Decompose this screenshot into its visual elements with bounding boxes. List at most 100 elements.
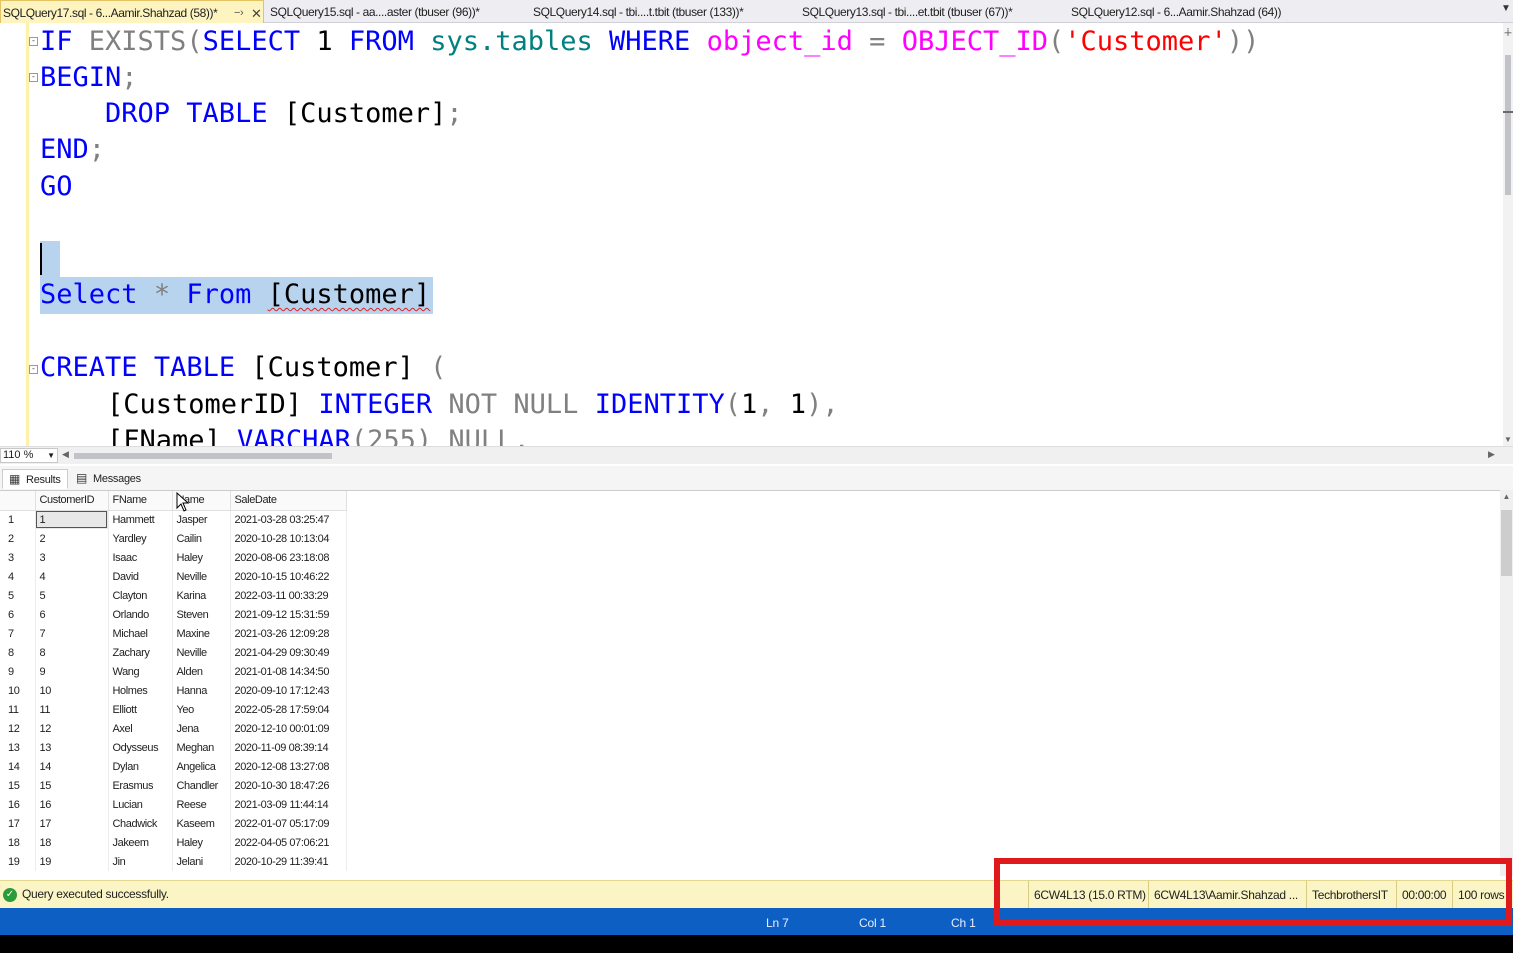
- grid-cell[interactable]: Reese: [172, 795, 231, 814]
- grid-cell[interactable]: 2020-10-30 18:47:26: [230, 776, 347, 795]
- grid-cell[interactable]: Kaseem: [172, 814, 231, 833]
- grid-cell[interactable]: 15: [35, 776, 109, 795]
- grid-cell[interactable]: Chadwick: [108, 814, 173, 833]
- grid-cell[interactable]: Jin: [108, 852, 173, 871]
- grid-cell[interactable]: 11: [35, 700, 109, 719]
- split-icon[interactable]: ∔: [1503, 26, 1513, 40]
- table-row[interactable]: 12 12 Axel Jena 2020-12-10 00:01:09: [0, 719, 347, 738]
- collapse-icon[interactable]: -: [29, 37, 38, 46]
- grid-cell[interactable]: 2021-09-12 15:31:59: [230, 605, 347, 624]
- grid-cell[interactable]: Angelica: [172, 757, 231, 776]
- row-number-cell[interactable]: 3: [0, 548, 36, 567]
- table-row[interactable]: 4 4 David Neville 2020-10-15 10:46:22: [0, 567, 347, 586]
- table-row[interactable]: 9 9 Wang Alden 2021-01-08 14:34:50: [0, 662, 347, 681]
- grid-cell[interactable]: 2020-12-10 00:01:09: [230, 719, 347, 738]
- tab-results[interactable]: ▦ Results: [2, 469, 68, 489]
- grid-cell[interactable]: 2020-08-06 23:18:08: [230, 548, 347, 567]
- grid-cell[interactable]: 2022-01-07 05:17:09: [230, 814, 347, 833]
- grid-cell[interactable]: Jasper: [172, 510, 231, 529]
- grid-cell[interactable]: Jelani: [172, 852, 231, 871]
- row-number-cell[interactable]: 2: [0, 529, 36, 548]
- collapse-icon[interactable]: -: [29, 365, 38, 374]
- grid-cell[interactable]: 2020-10-29 11:39:41: [230, 852, 347, 871]
- tab-sqlquery12[interactable]: SQLQuery12.sql - 6...Aamir.Shahzad (64)): [1069, 0, 1331, 23]
- scroll-down-icon[interactable]: ▼: [1503, 435, 1513, 444]
- table-row[interactable]: 11 11 Elliott Yeo 2022-05-28 17:59:04: [0, 700, 347, 719]
- grid-cell[interactable]: Haley: [172, 833, 231, 852]
- grid-cell[interactable]: 2020-10-15 10:46:22: [230, 567, 347, 586]
- grid-cell[interactable]: Maxine: [172, 624, 231, 643]
- grid-cell[interactable]: Axel: [108, 719, 173, 738]
- results-grid[interactable]: CustomerID FName Name SaleDate 1 1 Hammett…: [0, 490, 1500, 876]
- grid-cell[interactable]: 9: [35, 662, 109, 681]
- grid-cell[interactable]: 2021-03-26 12:09:28: [230, 624, 347, 643]
- row-number-cell[interactable]: 7: [0, 624, 36, 643]
- grid-cell[interactable]: Alden: [172, 662, 231, 681]
- tab-sqlquery15[interactable]: SQLQuery15.sql - aa....aster (tbuser (96…: [268, 0, 528, 23]
- table-row[interactable]: 19 19 Jin Jelani 2020-10-29 11:39:41: [0, 852, 347, 871]
- tab-dropdown-icon[interactable]: ▼: [1499, 3, 1513, 19]
- row-number-cell[interactable]: 14: [0, 757, 36, 776]
- collapse-icon[interactable]: -: [29, 73, 38, 82]
- grid-cell[interactable]: Steven: [172, 605, 231, 624]
- row-number-cell[interactable]: 9: [0, 662, 36, 681]
- zoom-select[interactable]: 110 % ▼: [0, 448, 58, 463]
- grid-cell[interactable]: 14: [35, 757, 109, 776]
- table-row[interactable]: 5 5 Clayton Karina 2022-03-11 00:33:29: [0, 586, 347, 605]
- row-number-cell[interactable]: 17: [0, 814, 36, 833]
- grid-cell[interactable]: 17: [35, 814, 109, 833]
- grid-cell[interactable]: Holmes: [108, 681, 173, 700]
- grid-cell[interactable]: 10: [35, 681, 109, 700]
- grid-cell[interactable]: 7: [35, 624, 109, 643]
- grid-cell[interactable]: Yeo: [172, 700, 231, 719]
- scroll-right-icon[interactable]: ▶: [1488, 449, 1495, 460]
- grid-cell[interactable]: 2022-05-28 17:59:04: [230, 700, 347, 719]
- grid-cell[interactable]: 12: [35, 719, 109, 738]
- row-number-cell[interactable]: 12: [0, 719, 36, 738]
- row-number-cell[interactable]: 8: [0, 643, 36, 662]
- row-number-cell[interactable]: 15: [0, 776, 36, 795]
- grid-cell[interactable]: Isaac: [108, 548, 173, 567]
- grid-cell[interactable]: Erasmus: [108, 776, 173, 795]
- row-number-cell[interactable]: 1: [0, 510, 36, 529]
- grid-cell[interactable]: 6: [35, 605, 109, 624]
- grid-cell[interactable]: Haley: [172, 548, 231, 567]
- grid-cell[interactable]: Dylan: [108, 757, 173, 776]
- table-row[interactable]: 17 17 Chadwick Kaseem 2022-01-07 05:17:09: [0, 814, 347, 833]
- grid-cell[interactable]: David: [108, 567, 173, 586]
- grid-cell[interactable]: Odysseus: [108, 738, 173, 757]
- grid-cell[interactable]: 2021-01-08 14:34:50: [230, 662, 347, 681]
- table-row[interactable]: 7 7 Michael Maxine 2021-03-26 12:09:28: [0, 624, 347, 643]
- grid-cell[interactable]: Neville: [172, 567, 231, 586]
- grid-cell[interactable]: 18: [35, 833, 109, 852]
- tab-messages[interactable]: ▤ Messages: [70, 469, 147, 489]
- grid-cell[interactable]: 2: [35, 529, 109, 548]
- grid-cell[interactable]: 2022-04-05 07:06:21: [230, 833, 347, 852]
- table-row[interactable]: 15 15 Erasmus Chandler 2020-10-30 18:47:26: [0, 776, 347, 795]
- table-row[interactable]: 18 18 Jakeem Haley 2022-04-05 07:06:21: [0, 833, 347, 852]
- table-row[interactable]: 13 13 Odysseus Meghan 2020-11-09 08:39:14: [0, 738, 347, 757]
- table-row[interactable]: 10 10 Holmes Hanna 2020-09-10 17:12:43: [0, 681, 347, 700]
- row-number-cell[interactable]: 11: [0, 700, 36, 719]
- row-number-cell[interactable]: 16: [0, 795, 36, 814]
- row-number-cell[interactable]: 13: [0, 738, 36, 757]
- table-row[interactable]: 14 14 Dylan Angelica 2020-12-08 13:27:08: [0, 757, 347, 776]
- grid-cell[interactable]: 16: [35, 795, 109, 814]
- row-number-header[interactable]: [0, 491, 36, 511]
- row-number-cell[interactable]: 10: [0, 681, 36, 700]
- grid-cell[interactable]: 5: [35, 586, 109, 605]
- pin-icon[interactable]: −›: [234, 1, 244, 23]
- column-header[interactable]: CustomerID: [35, 491, 109, 511]
- tab-sqlquery13[interactable]: SQLQuery13.sql - tbi....et.tbit (tbuser …: [800, 0, 1066, 23]
- grid-cell[interactable]: Clayton: [108, 586, 173, 605]
- editor-vertical-scrollbar[interactable]: ∔ ▼: [1503, 23, 1513, 446]
- grid-cell[interactable]: 2021-03-09 11:44:14: [230, 795, 347, 814]
- grid-cell[interactable]: 1: [35, 510, 109, 529]
- grid-cell[interactable]: Elliott: [108, 700, 173, 719]
- grid-cell[interactable]: 2021-04-29 09:30:49: [230, 643, 347, 662]
- grid-cell[interactable]: 2020-09-10 17:12:43: [230, 681, 347, 700]
- query-editor[interactable]: - - - IF EXISTS(SELECT 1 FROM sys.tables…: [0, 23, 1503, 446]
- grid-cell[interactable]: Hammett: [108, 510, 173, 529]
- grid-cell[interactable]: 8: [35, 643, 109, 662]
- table-row[interactable]: 8 8 Zachary Neville 2021-04-29 09:30:49: [0, 643, 347, 662]
